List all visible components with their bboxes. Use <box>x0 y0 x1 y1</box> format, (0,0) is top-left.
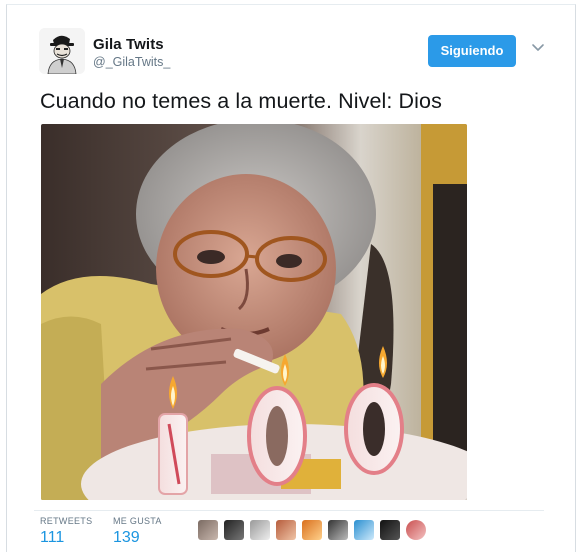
author-name[interactable]: Gila Twits <box>93 36 164 53</box>
liker-avatar[interactable] <box>276 520 296 540</box>
elderly-woman-photo-icon <box>41 124 467 500</box>
likes-label[interactable]: ME GUSTA <box>113 516 162 526</box>
liker-avatar[interactable] <box>354 520 374 540</box>
liker-avatar[interactable] <box>380 520 400 540</box>
liker-avatar[interactable] <box>198 520 218 540</box>
liker-avatar[interactable] <box>328 520 348 540</box>
retweets-count[interactable]: 111 <box>40 529 64 547</box>
liker-avatar[interactable] <box>302 520 322 540</box>
tweet-photo[interactable] <box>41 124 467 500</box>
tweet-text: Cuando no temes a la muerte. Nivel: Dios <box>40 89 442 113</box>
man-with-hat-icon <box>39 28 85 74</box>
liker-avatar[interactable] <box>224 520 244 540</box>
liker-avatars <box>198 520 426 544</box>
author-avatar[interactable] <box>39 28 85 74</box>
retweets-label[interactable]: RETWEETS <box>40 516 92 526</box>
chevron-down-icon[interactable] <box>531 41 545 55</box>
following-button[interactable]: Siguiendo <box>428 35 516 67</box>
liker-avatar[interactable] <box>250 520 270 540</box>
likes-count[interactable]: 139 <box>113 529 140 547</box>
stats-divider <box>34 510 544 511</box>
author-handle[interactable]: @_GilaTwits_ <box>93 55 170 69</box>
liker-avatar[interactable] <box>406 520 426 540</box>
